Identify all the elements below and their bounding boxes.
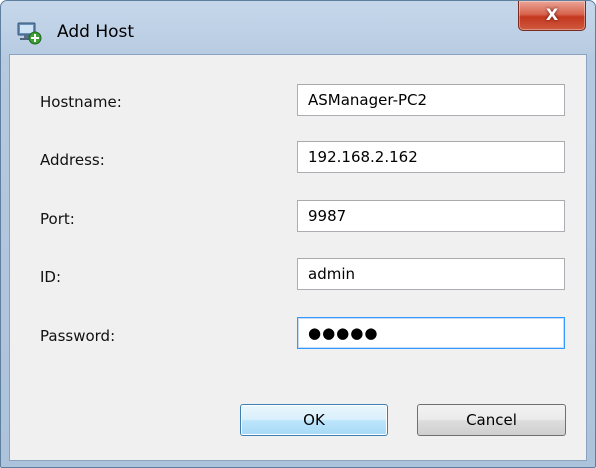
hostname-label: Hostname: bbox=[40, 93, 122, 111]
address-label: Address: bbox=[40, 151, 105, 169]
title-bar[interactable]: Add Host X bbox=[1, 1, 595, 55]
password-input[interactable]: ●●●●● bbox=[297, 317, 565, 349]
password-mask: ●●●●● bbox=[308, 324, 379, 342]
port-label: Port: bbox=[40, 210, 75, 228]
port-input[interactable]: 9987 bbox=[297, 200, 565, 232]
window-title: Add Host bbox=[57, 22, 135, 42]
ok-button[interactable]: OK bbox=[240, 404, 388, 436]
password-label: Password: bbox=[40, 327, 116, 345]
add-host-icon bbox=[17, 21, 43, 45]
address-input[interactable]: 192.168.2.162 bbox=[297, 141, 565, 173]
add-host-dialog: Add Host X Hostname: ASManager-PC2 Addre… bbox=[0, 0, 596, 468]
id-label: ID: bbox=[40, 268, 62, 286]
hostname-input[interactable]: ASManager-PC2 bbox=[297, 84, 565, 116]
close-button[interactable]: X bbox=[518, 1, 586, 31]
dialog-body: Hostname: ASManager-PC2 Address: 192.168… bbox=[9, 54, 587, 461]
id-input[interactable]: admin bbox=[297, 258, 565, 290]
cancel-button[interactable]: Cancel bbox=[417, 404, 566, 436]
